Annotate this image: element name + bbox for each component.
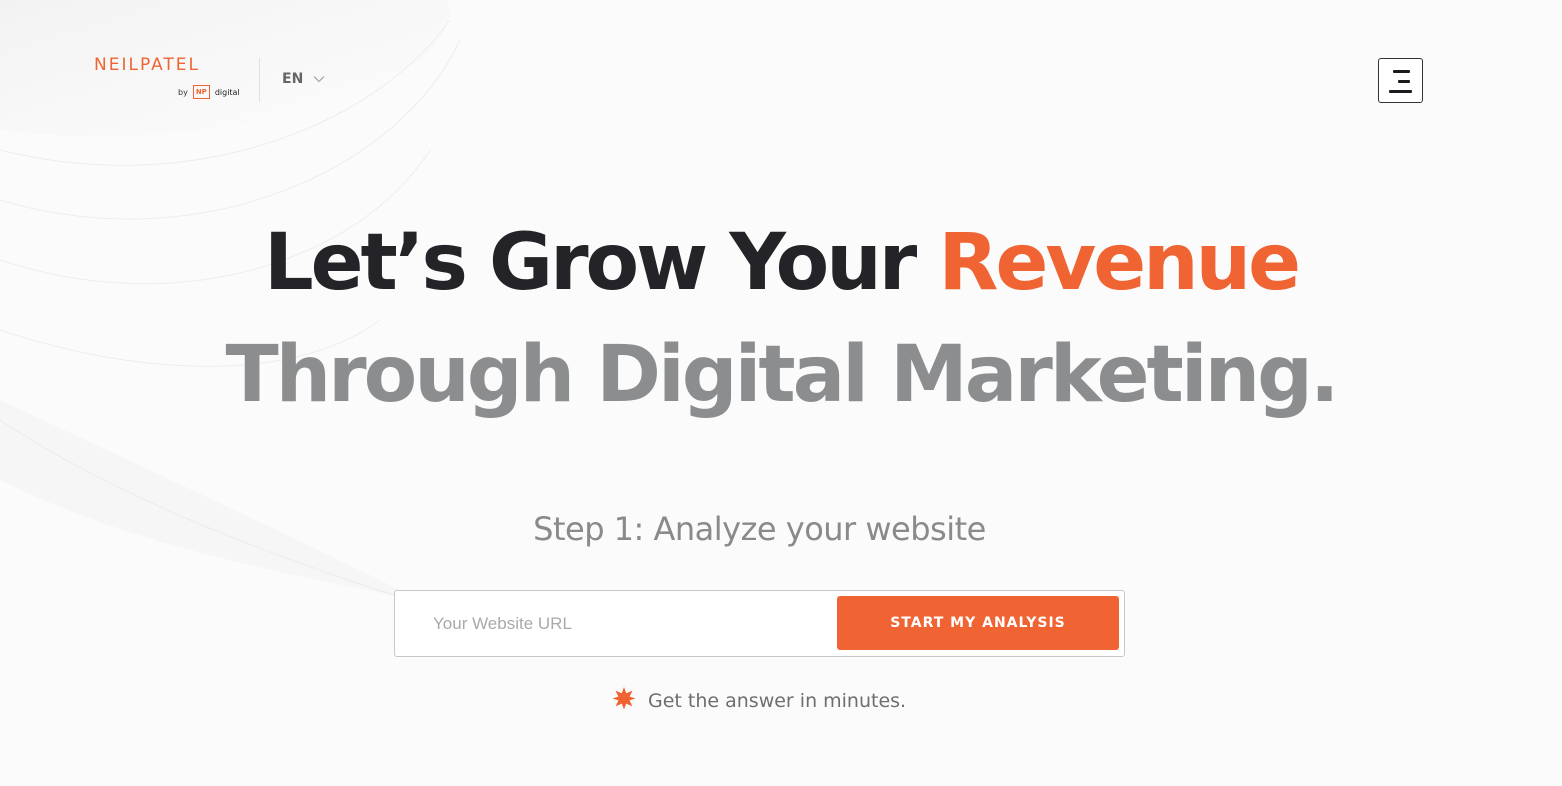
- logo-wordmark: NEILPATEL: [94, 55, 201, 75]
- analysis-form: START MY ANALYSIS: [394, 590, 1125, 657]
- chevron-down-icon: [313, 70, 325, 88]
- np-badge: NP: [192, 85, 210, 99]
- step-label: Step 1: Analyze your website: [533, 510, 986, 548]
- logo-byline: by NP digital: [178, 85, 240, 99]
- website-url-input[interactable]: [433, 608, 823, 640]
- start-analysis-button[interactable]: START MY ANALYSIS: [837, 596, 1119, 650]
- language-selector[interactable]: EN: [282, 70, 325, 88]
- headline-line-1: Let’s Grow Your Revenue: [0, 224, 1562, 302]
- starburst-icon: [612, 686, 636, 715]
- headline-accent-word: Revenue: [938, 218, 1301, 308]
- logo-by-text: by: [178, 87, 188, 97]
- headline-line-2: Through Digital Marketing.: [225, 330, 1339, 420]
- hamburger-menu-button[interactable]: [1378, 58, 1423, 103]
- note-text: Get the answer in minutes.: [648, 689, 907, 712]
- neilpatel-logo[interactable]: NEILPATEL by NP digital: [94, 55, 240, 103]
- note: Get the answer in minutes.: [612, 686, 906, 715]
- language-label: EN: [282, 71, 304, 87]
- logo-digital-text: digital: [214, 87, 240, 97]
- headline-line-1-prefix: Let’s Grow Your: [263, 218, 939, 308]
- header-divider: [259, 58, 260, 102]
